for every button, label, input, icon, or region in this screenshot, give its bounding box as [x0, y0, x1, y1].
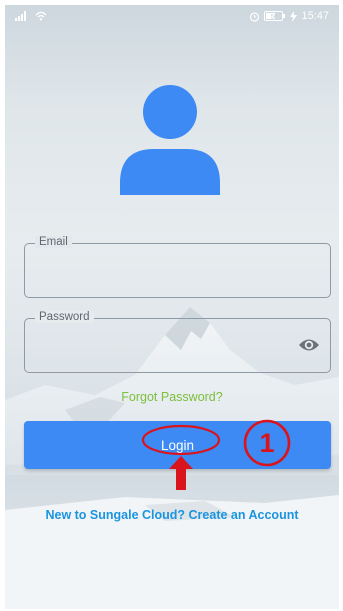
battery-level: 56 — [271, 15, 278, 21]
status-time: 15:47 — [301, 10, 329, 22]
person-icon — [120, 85, 220, 195]
forgot-password-link[interactable]: Forgot Password? — [5, 390, 339, 404]
status-left — [15, 11, 47, 21]
status-right: 56 15:47 — [249, 10, 329, 22]
login-screen: 56 15:47 Email Password Forgot Password?… — [5, 5, 339, 609]
password-input[interactable] — [35, 333, 295, 359]
wifi-icon — [35, 11, 47, 21]
password-field[interactable]: Password — [24, 311, 331, 373]
battery-icon: 56 — [264, 11, 286, 21]
create-account-link[interactable]: New to Sungale Cloud? Create an Account — [5, 508, 339, 522]
charging-icon — [290, 10, 298, 22]
alarm-icon — [249, 11, 260, 22]
login-button-label: Login — [160, 437, 195, 453]
step-number: 1 — [259, 427, 275, 458]
email-field[interactable]: Email — [24, 236, 331, 298]
eye-icon[interactable] — [298, 337, 320, 353]
signal-icon — [15, 11, 31, 21]
email-label: Email — [35, 236, 72, 248]
email-input[interactable] — [35, 258, 295, 284]
status-bar: 56 15:47 — [5, 5, 339, 27]
password-label: Password — [35, 311, 94, 323]
